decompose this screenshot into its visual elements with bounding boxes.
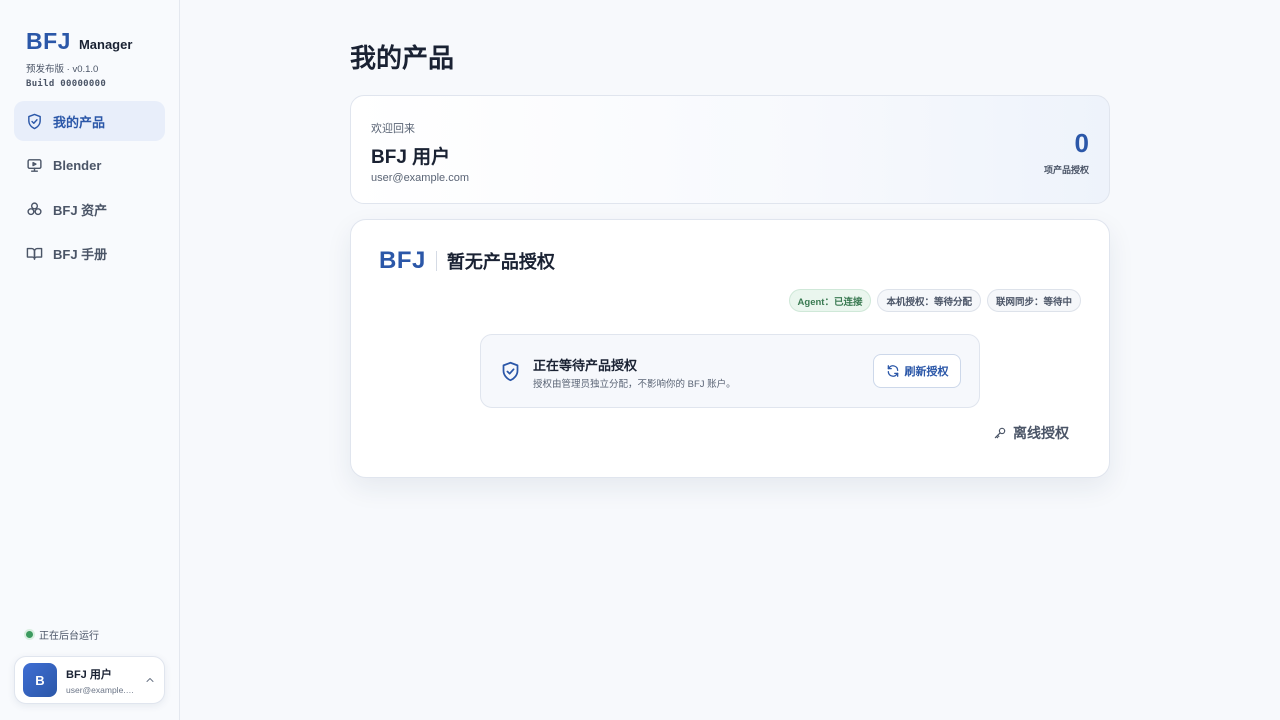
status-pills: Agent：已连接 本机授权：等待分配 联网同步：等待中 bbox=[788, 289, 1081, 312]
sidebar-item-bfj-manual[interactable]: BFJ 手册 bbox=[14, 233, 165, 273]
monitor-play-icon bbox=[27, 158, 42, 172]
user-menu-button[interactable]: B BFJ 用户 user@example.com bbox=[14, 656, 165, 704]
refresh-label: 刷新授权 bbox=[904, 366, 949, 378]
sidebar-item-label: 我的产品 bbox=[53, 114, 106, 130]
status-badge-sync: 联网同步：等待中 bbox=[986, 289, 1081, 312]
sidebar-item-blender[interactable]: Blender bbox=[14, 145, 165, 185]
sidebar-item-label: BFJ 资产 bbox=[53, 202, 108, 218]
background-status: 正在后台运行 bbox=[26, 627, 99, 642]
sidebar: BFJ Manager 预发布版 · v0.1.0 Build 00000000… bbox=[0, 0, 180, 720]
user-name: BFJ 用户 bbox=[66, 668, 112, 681]
sidebar-item-my-products[interactable]: 我的产品 bbox=[14, 101, 165, 141]
waiting-title: 正在等待产品授权 bbox=[533, 358, 638, 373]
page-title: 我的产品 bbox=[350, 43, 455, 73]
card-title: 暂无产品授权 bbox=[446, 252, 555, 272]
avatar: B bbox=[23, 663, 57, 697]
divider bbox=[435, 251, 437, 271]
offline-label: 离线授权 bbox=[1013, 425, 1069, 441]
version-label: 预发布版 · v0.1.0 bbox=[26, 64, 99, 75]
shield-check-icon bbox=[28, 113, 41, 129]
waiting-description: 授权由管理员独立分配，不影响你的 BFJ 账户。 bbox=[533, 379, 736, 390]
welcome-user-name: BFJ 用户 bbox=[371, 147, 451, 168]
key-icon bbox=[994, 427, 1006, 439]
status-badge-agent: Agent：已连接 bbox=[788, 289, 872, 312]
brand-subtitle: Manager bbox=[78, 37, 133, 52]
welcome-greeting: 欢迎回来 bbox=[371, 123, 415, 135]
offline-license-button[interactable]: 离线授权 bbox=[993, 423, 1069, 443]
waiting-license-panel: 正在等待产品授权 授权由管理员独立分配，不影响你的 BFJ 账户。 刷新授权 bbox=[480, 334, 980, 408]
sidebar-item-label: Blender bbox=[53, 157, 102, 173]
products-card: BFJ 暂无产品授权 Agent：已连接 本机授权：等待分配 联网同步：等待中 … bbox=[350, 219, 1110, 478]
refresh-icon bbox=[887, 365, 898, 377]
refresh-license-button[interactable]: 刷新授权 bbox=[873, 354, 961, 388]
book-open-icon bbox=[26, 247, 43, 260]
sidebar-item-label: BFJ 手册 bbox=[53, 246, 108, 262]
status-dot-icon bbox=[26, 631, 33, 638]
boxes-icon bbox=[27, 201, 42, 215]
card-logo: BFJ bbox=[379, 247, 426, 274]
sidebar-nav: 我的产品 Blender BFJ 资产 BFJ 手册 bbox=[14, 101, 165, 277]
user-email: user@example.com bbox=[66, 684, 136, 695]
welcome-card: 欢迎回来 BFJ 用户 user@example.com 0 项产品授权 bbox=[350, 95, 1110, 204]
shield-check-icon bbox=[502, 361, 519, 382]
license-count: 0 bbox=[1074, 128, 1089, 158]
card-header: BFJ 暂无产品授权 bbox=[379, 247, 555, 275]
status-text: 正在后台运行 bbox=[39, 631, 99, 642]
status-badge-local-license: 本机授权：等待分配 bbox=[877, 289, 981, 312]
chevron-up-icon bbox=[146, 678, 154, 682]
build-label: Build 00000000 bbox=[26, 79, 107, 89]
welcome-user-email: user@example.com bbox=[371, 172, 469, 184]
sidebar-item-bfj-assets[interactable]: BFJ 资产 bbox=[14, 189, 165, 229]
brand: BFJ Manager 预发布版 · v0.1.0 Build 00000000 bbox=[26, 28, 132, 89]
license-count-label: 项产品授权 bbox=[1043, 165, 1089, 175]
brand-logo: BFJ bbox=[26, 28, 71, 54]
